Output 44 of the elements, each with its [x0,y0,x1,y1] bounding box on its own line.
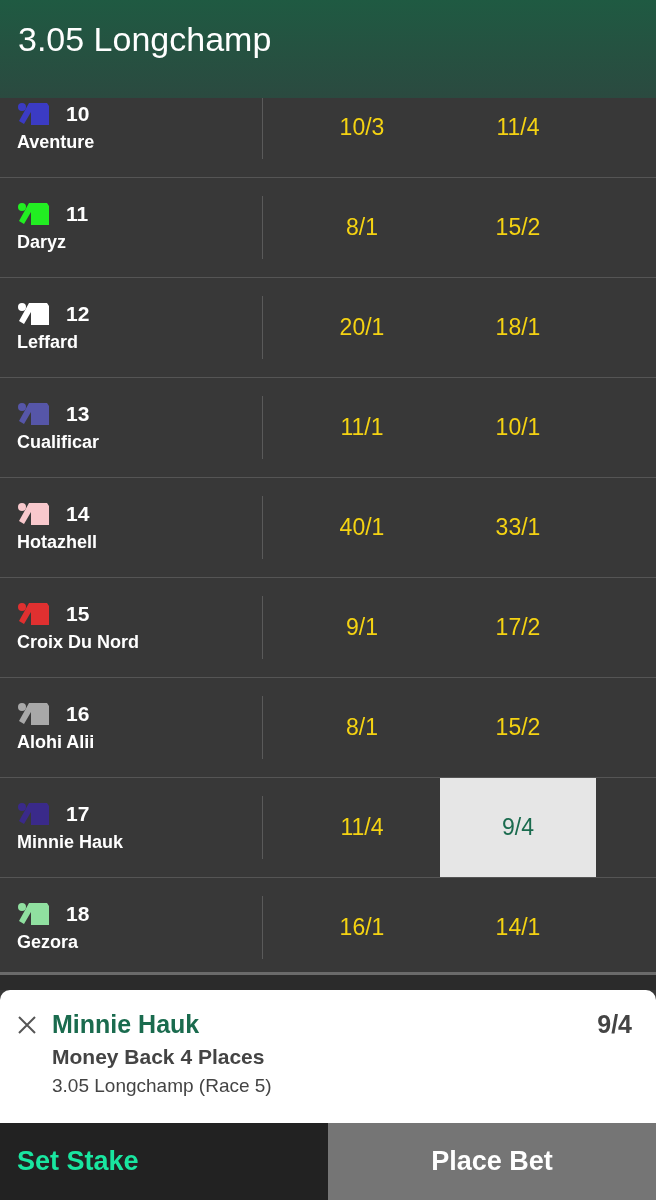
selection-name: Minnie Hauk [52,1010,201,1039]
odds-button[interactable]: 15/2 [440,678,596,777]
odds-button[interactable]: 16/1 [284,878,440,972]
runner-name: Croix Du Nord [17,632,140,653]
runner-name: Leffard [17,332,79,353]
runner-number: 10 [66,102,90,126]
odds-button[interactable]: 15/2 [440,178,596,277]
runner-number: 18 [66,902,90,926]
close-icon[interactable] [16,1014,38,1036]
odds-button[interactable]: 11/4 [440,98,596,177]
runner-name: Daryz [17,232,68,253]
runner-name: Alohi Alii [17,732,96,753]
odds-button[interactable]: 17/2 [440,578,596,677]
odds-button[interactable]: 40/1 [284,478,440,577]
odds-button[interactable]: 11/1 [284,378,440,477]
odds-button[interactable]: 9/1 [284,578,440,677]
odds-button[interactable]: 10/1 [440,378,596,477]
runner-name: Minnie Hauk [17,832,124,853]
odds-button[interactable]: 10/3 [284,98,440,177]
odds-button[interactable]: 8/1 [284,678,440,777]
runner-name: Cualificar [17,432,101,453]
odds-button[interactable]: 20/1 [284,278,440,377]
runner-number: 13 [66,402,90,426]
odds-button[interactable]: 33/1 [440,478,596,577]
runner-number: 12 [66,302,90,326]
odds-button[interactable]: 14/1 [440,878,596,972]
odds-button[interactable]: 8/1 [284,178,440,277]
runner-name: Gezora [17,932,80,953]
odds-button[interactable]: 18/1 [440,278,596,377]
selection-price: 9/4 [597,1010,632,1039]
market-name: Money Back 4 Places [52,1045,266,1069]
runner-number: 16 [66,702,90,726]
odds-button[interactable]: 9/4 [440,778,596,877]
runner-number: 17 [66,802,90,826]
runner-number: 15 [66,602,90,626]
set-stake-button[interactable]: Set Stake [0,1123,328,1200]
place-bet-button[interactable]: Place Bet [328,1123,656,1200]
runner-name: Hotazhell [17,532,98,553]
event-name: 3.05 Longchamp (Race 5) [52,1075,273,1097]
runner-number: 14 [66,502,90,526]
runner-name: Aventure [17,132,96,153]
odds-button[interactable]: 11/4 [284,778,440,877]
race-title: 3.05 Longchamp [18,20,272,59]
runner-number: 11 [66,202,89,226]
